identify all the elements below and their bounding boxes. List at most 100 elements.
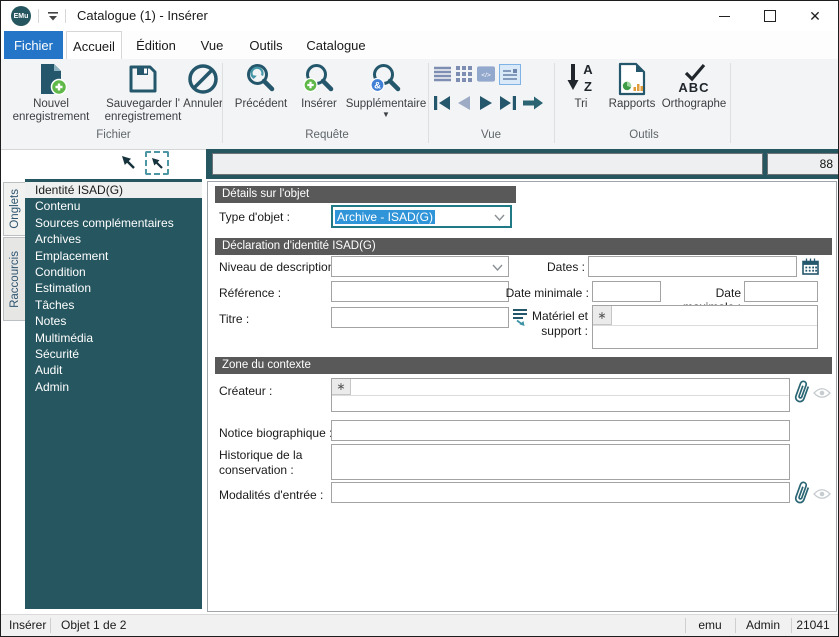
sidebar-item-multimedia[interactable]: Multimédia	[25, 330, 202, 346]
type-objet-select[interactable]: Archive - ISAD(G)	[331, 205, 512, 228]
reference-label: Référence :	[219, 286, 282, 300]
sidebar-item-condition[interactable]: Condition	[25, 264, 202, 280]
insert-icon	[295, 62, 343, 98]
quick-access-dropdown-icon[interactable]	[47, 10, 59, 25]
grid-view-button[interactable]	[455, 65, 473, 83]
sidebar-item-audit[interactable]: Audit	[25, 362, 202, 378]
sidebar-item-emplacement[interactable]: Emplacement	[25, 248, 202, 264]
app-logo-icon[interactable]: EMu	[11, 6, 31, 26]
tab-edition[interactable]: Édition	[129, 31, 183, 59]
status-separator	[685, 618, 686, 633]
date-minimale-input[interactable]	[592, 281, 661, 302]
createur-grid[interactable]: ∗	[331, 378, 790, 412]
new-record-button[interactable]: Nouvel enregistrement	[3, 62, 99, 124]
ribbon-group-requete-label: Requête	[305, 129, 349, 141]
sidebar-item-notes[interactable]: Notes	[25, 313, 202, 329]
insert-button[interactable]: Insérer	[295, 62, 343, 111]
sidebar-item-securite[interactable]: Sécurité	[25, 346, 202, 362]
additional-query-button[interactable]: & Supplémentaire ▼	[345, 62, 427, 119]
niveau-description-select[interactable]	[331, 256, 509, 277]
summary-bar[interactable]	[212, 153, 763, 175]
materiel-support-label: Matériel et support :	[531, 309, 588, 338]
svg-text:</>: </>	[481, 72, 491, 79]
status-bar: Insérer Objet 1 de 2 emu Admin 21041	[1, 614, 838, 636]
type-objet-value: Archive - ISAD(G)	[335, 209, 436, 224]
date-minimale-label: Date minimale :	[505, 286, 589, 300]
close-button[interactable]: ✕	[792, 1, 838, 31]
notice-biographique-input[interactable]	[331, 420, 790, 441]
previous-record-button[interactable]	[453, 93, 475, 113]
reports-button[interactable]: Rapports	[603, 62, 661, 111]
reference-input[interactable]	[331, 281, 509, 302]
eye-icon[interactable]	[813, 387, 831, 402]
grid-row-header: ∗	[332, 379, 351, 395]
additional-query-icon: &	[345, 62, 427, 98]
minimize-icon	[719, 15, 730, 17]
modalites-entree-input[interactable]	[331, 482, 790, 503]
title-bar: EMu Catalogue (1) - Insérer ✕	[1, 1, 838, 31]
sort-icon: A Z	[561, 62, 601, 98]
sidebar-item-estimation[interactable]: Estimation	[25, 280, 202, 296]
save-record-button[interactable]: Sauvegarder l' enregistrement	[99, 62, 187, 124]
sidebar-item-admin[interactable]: Admin	[25, 379, 202, 395]
status-separator	[791, 618, 792, 633]
tab-catalogue[interactable]: Catalogue	[301, 31, 371, 59]
reports-icon	[603, 62, 661, 98]
date-maximale-input[interactable]	[744, 281, 818, 302]
status-port: 21041	[796, 618, 830, 632]
group-separator	[428, 63, 429, 143]
status-separator	[50, 618, 51, 633]
sidebar-tab-list: Identité ISAD(G) Contenu Sources complém…	[25, 179, 202, 609]
sidebar-tab-raccourcis[interactable]: Raccourcis	[3, 237, 26, 321]
dates-input[interactable]	[588, 256, 797, 277]
ribbon: Nouvel enregistrement Sauvegarder l' enr…	[1, 59, 838, 150]
spelling-button[interactable]: ABC Orthographe	[661, 62, 727, 111]
materiel-support-grid[interactable]: ∗	[592, 305, 818, 349]
previous-query-button[interactable]: Précédent	[229, 62, 293, 111]
grid-row-header: ∗	[593, 306, 612, 325]
eye-icon[interactable]	[813, 488, 831, 503]
titre-input[interactable]	[331, 307, 509, 328]
sidebar-item-contenu[interactable]: Contenu	[25, 198, 202, 214]
status-user: Admin	[745, 618, 780, 632]
svg-text:A: A	[583, 62, 593, 77]
dates-label: Dates :	[546, 260, 585, 274]
maximize-button[interactable]	[747, 1, 792, 31]
cancel-button[interactable]: Annuler	[179, 62, 227, 111]
code-view-button[interactable]: </>	[477, 65, 495, 83]
tab-vue[interactable]: Vue	[191, 31, 233, 59]
additional-dropdown-caret: ▼	[382, 110, 390, 119]
type-objet-label: Type d'objet :	[219, 210, 291, 224]
details-view-button[interactable]	[499, 64, 521, 85]
sidebar-item-identite-isadg[interactable]: Identité ISAD(G)	[25, 182, 202, 199]
spelling-icon: ABC	[661, 62, 727, 98]
sidebar-item-archives[interactable]: Archives	[25, 231, 202, 247]
app-window: EMu Catalogue (1) - Insérer ✕ Fichier Ac…	[0, 0, 839, 637]
titlebar-separator	[38, 9, 39, 23]
minimize-button[interactable]	[702, 1, 747, 31]
goto-record-button[interactable]	[521, 93, 543, 113]
chevron-down-icon	[494, 210, 505, 224]
historique-conservation-input[interactable]	[331, 444, 790, 480]
first-record-button[interactable]	[431, 93, 453, 113]
select-region-button[interactable]	[145, 151, 169, 175]
svg-text:&: &	[374, 81, 381, 92]
grid-row-divider	[332, 395, 789, 396]
tab-outils[interactable]: Outils	[241, 31, 291, 59]
select-pointer-button[interactable]	[119, 153, 137, 174]
list-view-button[interactable]	[433, 65, 451, 83]
group-separator	[222, 63, 223, 143]
createur-label: Créateur :	[219, 384, 273, 398]
next-record-button[interactable]	[475, 93, 497, 113]
tab-accueil[interactable]: Accueil	[66, 31, 122, 60]
titre-label: Titre :	[219, 312, 250, 326]
sidebar-tab-onglets[interactable]: Onglets	[3, 182, 26, 236]
window-title: Catalogue (1) - Insérer	[77, 8, 208, 23]
last-record-button[interactable]	[497, 93, 519, 113]
calendar-icon[interactable]	[802, 258, 819, 278]
sidebar-item-taches[interactable]: Tâches	[25, 297, 202, 313]
sidebar-item-sources-complementaires[interactable]: Sources complémentaires	[25, 215, 202, 231]
cancel-icon	[179, 62, 227, 98]
sort-button[interactable]: A Z Tri	[561, 62, 601, 111]
tab-fichier[interactable]: Fichier	[4, 31, 63, 59]
